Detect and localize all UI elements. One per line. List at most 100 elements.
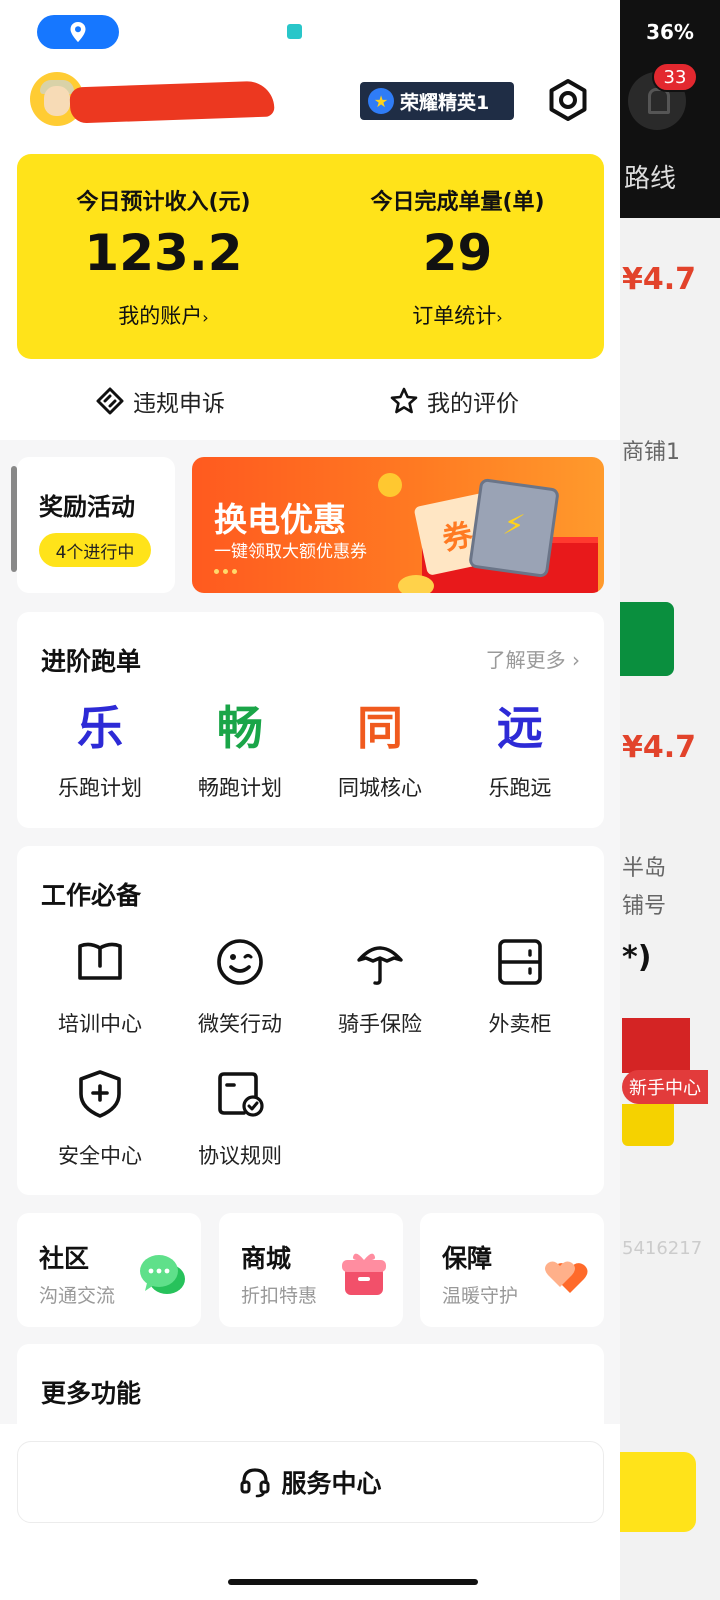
mall-subtitle: 折扣特惠 — [241, 1285, 318, 1307]
banner-title: 换电优惠 — [214, 500, 346, 539]
number-fragment: 5416217 — [622, 1238, 703, 1259]
tool-label: 协议规则 — [198, 1144, 282, 1168]
battery-swap-banner[interactable]: 换电优惠 一键领取大额优惠券 券 — [192, 457, 604, 593]
tool-label: 骑手保险 — [338, 1012, 422, 1036]
coin-icon — [378, 473, 402, 497]
gift-box-icon — [342, 1253, 386, 1295]
book-icon — [78, 942, 122, 980]
advanced-item-label: 乐跑远 — [488, 776, 552, 800]
shop-text: 商铺1 — [622, 440, 680, 465]
banner-subtitle: 一键领取大额优惠券 — [214, 542, 367, 562]
username-redacted — [69, 80, 275, 124]
rewards-card[interactable]: 奖励活动 4个进行中 — [17, 457, 175, 593]
locker-icon — [498, 939, 542, 985]
quick-actions: 违规申诉 我的评价 — [17, 360, 604, 440]
background-action-button[interactable] — [620, 1452, 696, 1532]
guarantee-title: 保障 — [442, 1244, 493, 1273]
address-line-2: 铺号 — [622, 894, 667, 919]
mall-title: 商城 — [241, 1244, 292, 1273]
advanced-card: 进阶跑单 了解更多 › 乐 乐跑计划 畅 畅跑计划 同 同城核心 远 乐跑远 — [17, 612, 604, 828]
address-line-1: 半岛 — [622, 856, 667, 881]
appeal-icon — [96, 387, 124, 415]
hearts-icon — [545, 1261, 588, 1293]
guarantee-card[interactable]: 保障 温暖守护 — [420, 1213, 604, 1327]
tongcheng-icon: 同 — [357, 701, 403, 755]
order-price-1: ¥4.7 — [622, 262, 697, 297]
advanced-item-tongcheng[interactable]: 同 同城核心 — [310, 698, 450, 802]
chevron-right-icon: › — [202, 308, 209, 327]
tool-label: 外卖柜 — [488, 1012, 552, 1036]
app-notification-icon — [287, 24, 302, 39]
orders-label: 今日完成单量(单) — [370, 190, 545, 215]
service-center-label: 服务中心 — [281, 1469, 382, 1498]
my-account-link[interactable]: 我的账户› — [17, 300, 310, 330]
my-rating-button[interactable]: 我的评价 — [389, 384, 519, 418]
tool-smile-action[interactable]: 微笑行动 — [170, 936, 310, 1038]
service-center-button[interactable]: 服务中心 — [17, 1441, 604, 1523]
guarantee-subtitle: 温暖守护 — [442, 1285, 519, 1307]
tool-training-center[interactable]: 培训中心 — [30, 936, 170, 1038]
advanced-item-changpao[interactable]: 畅 畅跑计划 — [170, 698, 310, 802]
advanced-title: 进阶跑单 — [41, 647, 142, 676]
avatar-face — [44, 86, 70, 116]
earnings-card: 今日预计收入(元) 123.2 我的账户› 今日完成单量(单) 29 订单统计› — [17, 154, 604, 359]
tool-safety-center[interactable]: 安全中心 — [30, 1068, 170, 1170]
advanced-item-label: 同城核心 — [338, 776, 422, 800]
battery-status: 36% — [646, 20, 694, 44]
chevron-right-icon: › — [572, 648, 580, 672]
banner-pager — [214, 569, 237, 574]
income-label: 今日预计收入(元) — [76, 190, 251, 215]
battery-icon — [468, 477, 560, 579]
shield-plus-icon — [79, 1070, 121, 1118]
violation-appeal-label: 违规申诉 — [133, 391, 225, 417]
star-badge-icon: ★ — [368, 88, 394, 114]
advanced-item-lepaoyuan[interactable]: 远 乐跑远 — [450, 698, 590, 802]
rewards-status-badge: 4个进行中 — [39, 533, 151, 567]
advanced-item-label: 畅跑计划 — [198, 776, 282, 800]
newbie-center-label: 新手中心 — [622, 1070, 708, 1104]
coin-icon — [398, 575, 434, 593]
newbie-center-entry[interactable]: 新手中心 — [622, 1008, 708, 1146]
rewards-title: 奖励活动 — [39, 493, 135, 521]
rank-badge[interactable]: ★ 荣耀精英1 — [360, 82, 514, 120]
location-pill — [37, 15, 119, 49]
essentials-card: 工作必备 培训中心 微笑行动 骑手保险 外卖柜 安全中心 协议规则 — [17, 846, 604, 1195]
my-rating-label: 我的评价 — [427, 391, 519, 417]
more-features-title: 更多功能 — [41, 1379, 142, 1408]
community-subtitle: 沟通交流 — [39, 1285, 116, 1307]
order-stats-link[interactable]: 订单统计› — [311, 300, 604, 330]
headset-icon — [240, 1468, 270, 1498]
rank-badge-label: 荣耀精英1 — [400, 91, 490, 114]
side-drawer: ★ 荣耀精英1 今日预计收入(元) 123.2 我的账户› 今日完成单量(单) … — [0, 0, 620, 1600]
orders-value: 29 — [422, 224, 493, 282]
essentials-title: 工作必备 — [41, 881, 142, 910]
accept-order-button[interactable] — [620, 602, 674, 676]
community-card[interactable]: 社区 沟通交流 — [17, 1213, 201, 1327]
lepao-icon: 乐 — [77, 701, 123, 755]
address-paren: *) — [622, 940, 652, 975]
order-stats-label: 订单统计 — [412, 304, 497, 328]
tool-rider-insurance[interactable]: 骑手保险 — [310, 936, 450, 1038]
order-price-2: ¥4.7 — [622, 730, 697, 765]
my-account-label: 我的账户 — [118, 304, 203, 328]
learn-more-label: 了解更多 — [485, 648, 566, 672]
learn-more-link[interactable]: 了解更多 › — [486, 644, 580, 673]
community-title: 社区 — [39, 1244, 90, 1273]
tool-delivery-locker[interactable]: 外卖柜 — [450, 936, 590, 1038]
violation-appeal-button[interactable]: 违规申诉 — [95, 384, 225, 418]
tool-label: 培训中心 — [58, 1012, 142, 1036]
tool-agreement-rules[interactable]: 协议规则 — [170, 1068, 310, 1170]
orders-section[interactable]: 今日完成单量(单) 29 订单统计› — [311, 184, 604, 330]
route-label: 路线 — [624, 164, 677, 194]
chevron-right-icon: › — [496, 308, 503, 327]
income-section[interactable]: 今日预计收入(元) 123.2 我的账户› — [17, 184, 310, 330]
advanced-item-label: 乐跑计划 — [58, 776, 142, 800]
notification-badge: 33 — [652, 62, 698, 92]
advanced-item-lepao[interactable]: 乐 乐跑计划 — [30, 698, 170, 802]
tool-label: 微笑行动 — [198, 1012, 282, 1036]
smile-icon — [217, 939, 263, 985]
home-indicator[interactable] — [228, 1579, 478, 1585]
mall-card[interactable]: 商城 折扣特惠 — [219, 1213, 403, 1327]
document-check-icon — [218, 1072, 264, 1117]
settings-icon[interactable] — [546, 78, 590, 122]
